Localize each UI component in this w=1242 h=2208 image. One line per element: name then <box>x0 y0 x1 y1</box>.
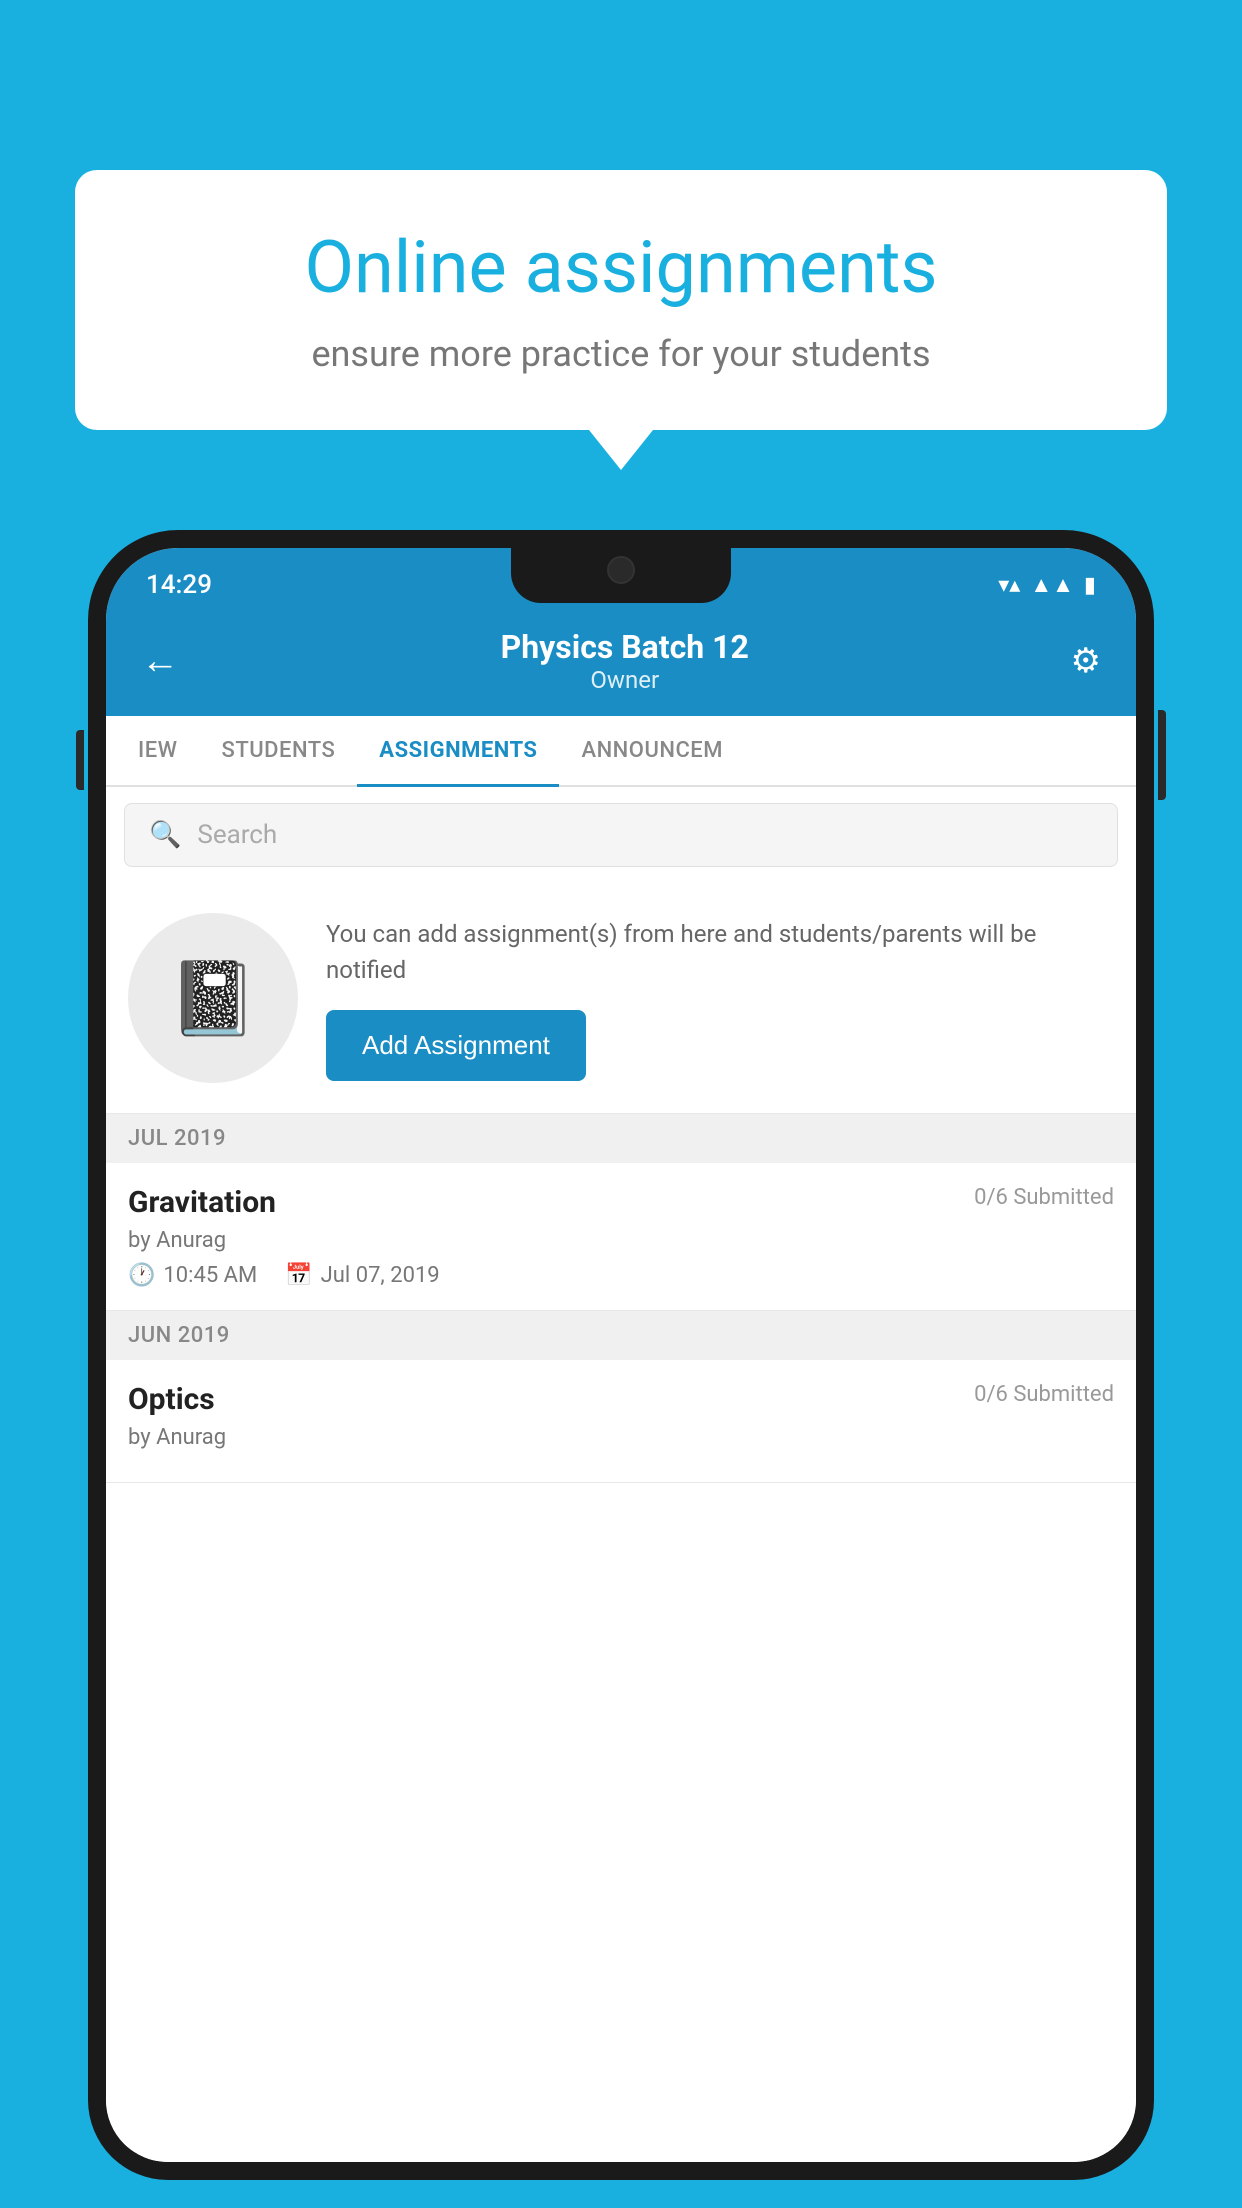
search-icon: 🔍 <box>149 820 181 850</box>
phone-screen: 14:29 ▾▴ ▲▲ ▮ ← Physics Batch 12 Owner ⚙ <box>106 548 1136 2162</box>
assignment-item-gravitation[interactable]: Gravitation 0/6 Submitted by Anurag 🕐 10… <box>106 1163 1136 1311</box>
add-assignment-button[interactable]: Add Assignment <box>326 1010 586 1081</box>
add-assignment-description: You can add assignment(s) from here and … <box>326 916 1114 988</box>
tab-announcements[interactable]: ANNOUNCEM <box>559 716 745 785</box>
tab-overview[interactable]: IEW <box>116 716 200 785</box>
assignment-icon-circle: 📓 <box>128 913 298 1083</box>
assignment-title-optics: Optics <box>128 1382 215 1417</box>
assignment-item-header: Gravitation 0/6 Submitted <box>128 1185 1114 1220</box>
notebook-icon: 📓 <box>168 956 258 1041</box>
header-title: Physics Batch 12 <box>179 628 1071 666</box>
speech-bubble-title: Online assignments <box>140 225 1102 311</box>
assignment-submitted-optics: 0/6 Submitted <box>974 1382 1114 1407</box>
assignment-time-gravitation: 🕐 10:45 AM <box>128 1263 257 1288</box>
add-assignment-section: 📓 You can add assignment(s) from here an… <box>106 883 1136 1114</box>
assignment-submitted-gravitation: 0/6 Submitted <box>974 1185 1114 1210</box>
tab-assignments[interactable]: ASSIGNMENTS <box>357 716 559 785</box>
assignment-item-header-optics: Optics 0/6 Submitted <box>128 1382 1114 1417</box>
assignment-author-gravitation: by Anurag <box>128 1228 1114 1253</box>
tab-bar: IEW STUDENTS ASSIGNMENTS ANNOUNCEM <box>106 716 1136 787</box>
search-placeholder-text: Search <box>197 820 277 850</box>
calendar-icon: 📅 <box>285 1263 312 1288</box>
add-assignment-right: You can add assignment(s) from here and … <box>326 916 1114 1081</box>
volume-button <box>76 730 84 790</box>
section-header-jun: JUN 2019 <box>106 1311 1136 1360</box>
header-title-group: Physics Batch 12 Owner <box>179 628 1071 694</box>
wifi-icon: ▾▴ <box>998 573 1020 598</box>
content-area: 🔍 Search 📓 You can add assignment(s) fro… <box>106 787 1136 2162</box>
tab-students[interactable]: STUDENTS <box>200 716 358 785</box>
assignment-author-optics: by Anurag <box>128 1425 1114 1450</box>
settings-icon[interactable]: ⚙ <box>1071 641 1101 681</box>
speech-bubble-container: Online assignments ensure more practice … <box>75 170 1167 430</box>
section-header-jul: JUL 2019 <box>106 1114 1136 1163</box>
speech-bubble: Online assignments ensure more practice … <box>75 170 1167 430</box>
phone-wrapper: 14:29 ▾▴ ▲▲ ▮ ← Physics Batch 12 Owner ⚙ <box>88 530 1154 2208</box>
front-camera <box>607 556 635 584</box>
speech-bubble-subtitle: ensure more practice for your students <box>140 333 1102 375</box>
power-button <box>1158 710 1166 800</box>
clock-icon: 🕐 <box>128 1263 155 1288</box>
status-icons: ▾▴ ▲▲ ▮ <box>998 572 1096 598</box>
header-subtitle: Owner <box>179 666 1071 694</box>
search-bar[interactable]: 🔍 Search <box>124 803 1118 867</box>
assignment-date-gravitation: 📅 Jul 07, 2019 <box>285 1263 439 1288</box>
assignment-meta-gravitation: 🕐 10:45 AM 📅 Jul 07, 2019 <box>128 1263 1114 1288</box>
battery-icon: ▮ <box>1084 573 1096 598</box>
search-bar-container: 🔍 Search <box>106 787 1136 883</box>
assignment-title-gravitation: Gravitation <box>128 1185 276 1220</box>
app-header: ← Physics Batch 12 Owner ⚙ <box>106 610 1136 716</box>
status-time: 14:29 <box>146 570 212 600</box>
phone-outer: 14:29 ▾▴ ▲▲ ▮ ← Physics Batch 12 Owner ⚙ <box>88 530 1154 2180</box>
signal-icon: ▲▲ <box>1030 572 1074 598</box>
assignment-item-optics[interactable]: Optics 0/6 Submitted by Anurag <box>106 1360 1136 1483</box>
back-button[interactable]: ← <box>141 639 179 683</box>
